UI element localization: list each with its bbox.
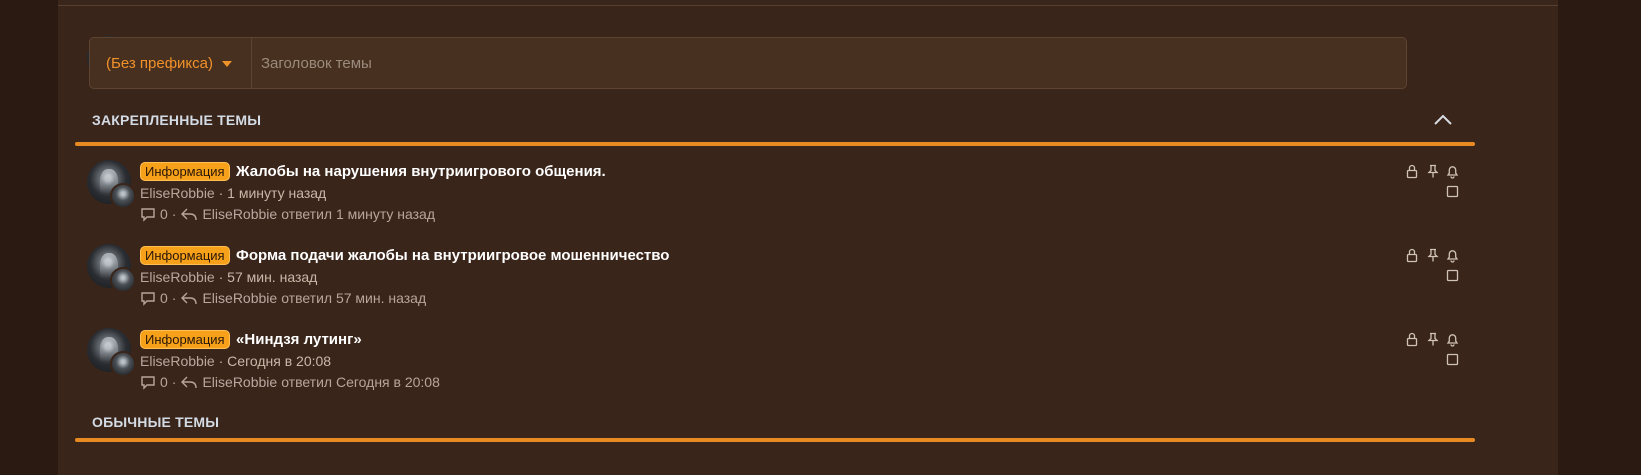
lock-icon xyxy=(1406,332,1418,347)
stats-separator: · xyxy=(171,290,177,306)
select-checkbox[interactable] xyxy=(1446,185,1459,198)
pinned-section-title: ЗАКРЕПЛЕННЫЕ ТЕМЫ xyxy=(92,112,262,128)
last-poster-avatar[interactable] xyxy=(110,183,136,209)
thread-status-icons xyxy=(1345,332,1459,372)
reply-icon xyxy=(181,376,198,388)
thread-prefix-badge[interactable]: Информация xyxy=(140,162,230,181)
thread-stats: 0 · EliseRobbie ответил 57 мин. назад xyxy=(140,290,426,306)
stats-separator: · xyxy=(171,206,177,222)
prefix-dropdown[interactable]: (Без префикса) xyxy=(90,38,252,88)
select-checkbox[interactable] xyxy=(1446,353,1459,366)
chevron-up-icon[interactable] xyxy=(1432,110,1454,130)
thread-title-line: Информация Жалобы на нарушения внутриигр… xyxy=(140,162,606,181)
thread-meta: EliseRobbie · 57 мин. назад xyxy=(140,269,317,285)
normal-section-bar xyxy=(75,438,1475,442)
reply-count: 0 xyxy=(160,206,168,222)
last-reply-text: ответил 57 мин. назад xyxy=(281,290,427,306)
lock-icon xyxy=(1406,248,1418,263)
thread-row[interactable]: Информация Форма подачи жалобы на внутри… xyxy=(0,244,1500,326)
thread-author-link[interactable]: EliseRobbie xyxy=(140,353,215,369)
reply-icon xyxy=(181,292,198,304)
thread-author-link[interactable]: EliseRobbie xyxy=(140,185,215,201)
thread-title-link[interactable]: «Ниндзя лутинг» xyxy=(236,331,362,348)
thread-author-link[interactable]: EliseRobbie xyxy=(140,269,215,285)
thread-time-link[interactable]: 1 минуту назад xyxy=(227,185,326,201)
last-poster-avatar[interactable] xyxy=(110,351,136,377)
thread-time-link[interactable]: Сегодня в 20:08 xyxy=(227,353,331,369)
thread-title-link[interactable]: Жалобы на нарушения внутриигрового общен… xyxy=(236,163,606,180)
bell-icon xyxy=(1446,334,1459,347)
thread-stats: 0 · EliseRobbie ответил Сегодня в 20:08 xyxy=(140,374,440,390)
thread-title-input[interactable] xyxy=(253,38,1403,88)
lock-icon xyxy=(1406,164,1418,179)
last-poster-avatar[interactable] xyxy=(110,267,136,293)
new-thread-form: (Без префикса) xyxy=(89,37,1407,89)
stats-separator: · xyxy=(171,374,177,390)
thread-status-icons xyxy=(1345,248,1459,288)
caret-down-icon xyxy=(222,61,232,67)
thread-meta: EliseRobbie · 1 минуту назад xyxy=(140,185,326,201)
reply-count: 0 xyxy=(160,374,168,390)
thread-prefix-badge[interactable]: Информация xyxy=(140,246,230,265)
divider xyxy=(58,5,1558,6)
meta-separator: · xyxy=(218,185,224,201)
pin-icon xyxy=(1427,248,1439,262)
thread-row[interactable]: Информация Жалобы на нарушения внутриигр… xyxy=(0,160,1500,242)
last-reply-text: ответил Сегодня в 20:08 xyxy=(281,374,440,390)
prefix-dropdown-label: (Без префикса) xyxy=(106,55,213,72)
last-poster-link[interactable]: EliseRobbie xyxy=(202,374,277,390)
thread-title-line: Информация «Ниндзя лутинг» xyxy=(140,330,362,349)
thread-row[interactable]: Информация «Ниндзя лутинг» EliseRobbie ·… xyxy=(0,328,1500,410)
last-reply-text: ответил 1 минуту назад xyxy=(281,206,436,222)
last-poster-link[interactable]: EliseRobbie xyxy=(202,290,277,306)
bell-icon xyxy=(1446,250,1459,263)
comment-icon xyxy=(141,375,155,390)
pin-icon xyxy=(1427,164,1439,178)
thread-title-line: Информация Форма подачи жалобы на внутри… xyxy=(140,246,669,265)
thread-status-icons xyxy=(1345,164,1459,204)
reply-icon xyxy=(181,208,198,220)
thread-time-link[interactable]: 57 мин. назад xyxy=(227,269,317,285)
thread-title-link[interactable]: Форма подачи жалобы на внутриигровое мош… xyxy=(236,247,669,264)
thread-prefix-badge[interactable]: Информация xyxy=(140,330,230,349)
reply-count: 0 xyxy=(160,290,168,306)
pin-icon xyxy=(1427,332,1439,346)
meta-separator: · xyxy=(218,353,224,369)
meta-separator: · xyxy=(218,269,224,285)
comment-icon xyxy=(141,207,155,222)
last-poster-link[interactable]: EliseRobbie xyxy=(202,206,277,222)
comment-icon xyxy=(141,291,155,306)
bell-icon xyxy=(1446,166,1459,179)
select-checkbox[interactable] xyxy=(1446,269,1459,282)
normal-section-title: ОБЫЧНЫЕ ТЕМЫ xyxy=(92,414,220,430)
thread-meta: EliseRobbie · Сегодня в 20:08 xyxy=(140,353,331,369)
pinned-section-bar xyxy=(75,142,1475,146)
thread-stats: 0 · EliseRobbie ответил 1 минуту назад xyxy=(140,206,435,222)
